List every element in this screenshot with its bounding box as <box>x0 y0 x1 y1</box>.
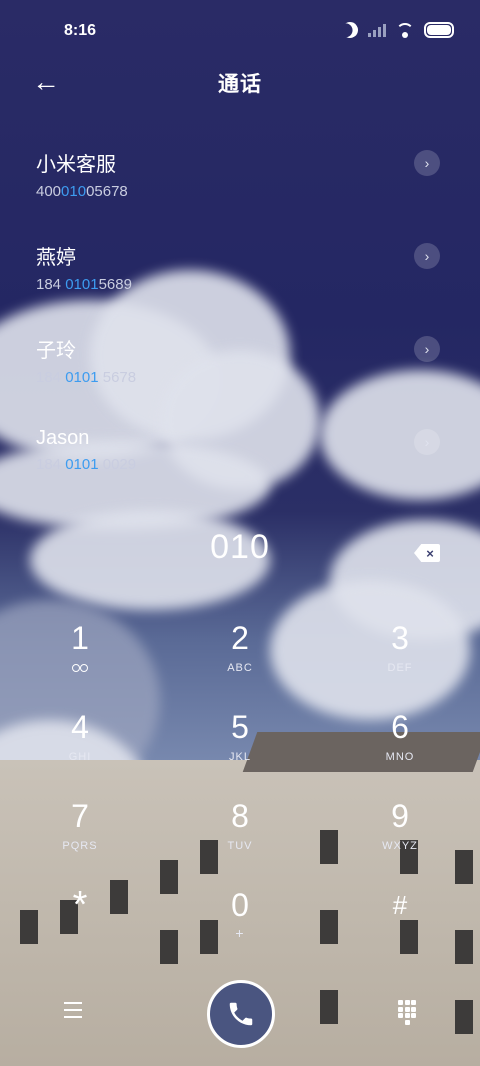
contact-number: 40001005678 <box>36 183 128 200</box>
key-6[interactable]: 6 MNO <box>340 707 460 787</box>
page-title: 通话 <box>218 73 262 96</box>
phone-icon <box>229 1002 253 1026</box>
battery-icon <box>424 22 454 38</box>
key-1[interactable]: 1 <box>20 618 140 698</box>
chevron-right-icon[interactable]: › <box>414 429 440 455</box>
key-2[interactable]: 2 ABC <box>180 618 300 698</box>
call-button[interactable] <box>207 980 275 1048</box>
contact-list: 小米客服 40001005678 › 燕婷 184 01015689 › 子玲 … <box>0 132 480 504</box>
chevron-right-icon[interactable]: › <box>414 150 440 176</box>
key-9[interactable]: 9 WXYZ <box>340 796 460 876</box>
menu-icon[interactable] <box>64 1002 82 1018</box>
contact-item[interactable]: 小米客服 40001005678 › <box>0 132 480 225</box>
keypad-toggle-icon[interactable] <box>398 1000 416 1025</box>
key-8[interactable]: 8 TUV <box>180 796 300 876</box>
key-4[interactable]: 4 GHI <box>20 707 140 787</box>
voicemail-icon <box>72 664 88 672</box>
contact-name: 子玲 <box>36 340 76 362</box>
contact-item[interactable]: Jason 184 0101 0029 › <box>0 411 480 504</box>
contact-number: 184 0101 0029 <box>36 456 137 473</box>
contact-number: 184 0101 5678 <box>36 369 137 386</box>
key-0[interactable]: 0 + <box>180 885 300 965</box>
chevron-right-icon[interactable]: › <box>414 243 440 269</box>
key-star[interactable]: * <box>20 885 140 965</box>
contact-item[interactable]: 燕婷 184 01015689 › <box>0 225 480 318</box>
contact-item[interactable]: 子玲 184 0101 5678 › <box>0 318 480 411</box>
status-bar: 8:16 <box>0 0 480 62</box>
do-not-disturb-icon <box>339 19 361 41</box>
signal-icon <box>368 23 386 37</box>
contact-name: 小米客服 <box>36 154 116 176</box>
contact-number: 184 01015689 <box>36 276 132 293</box>
contact-name: 燕婷 <box>36 247 76 269</box>
key-hash[interactable]: # <box>340 885 460 965</box>
status-icons <box>342 22 454 38</box>
status-time: 8:16 <box>64 22 97 39</box>
key-7[interactable]: 7 PQRS <box>20 796 140 876</box>
chevron-right-icon[interactable]: › <box>414 336 440 362</box>
wifi-icon <box>396 23 414 38</box>
key-3[interactable]: 3 DEF <box>340 618 460 698</box>
bottom-bar <box>0 980 480 1050</box>
key-5[interactable]: 5 JKL <box>180 707 300 787</box>
header: ← 通话 <box>0 62 480 106</box>
dial-input[interactable]: 010 <box>0 528 480 567</box>
dial-input-row: 010 × <box>0 528 480 580</box>
